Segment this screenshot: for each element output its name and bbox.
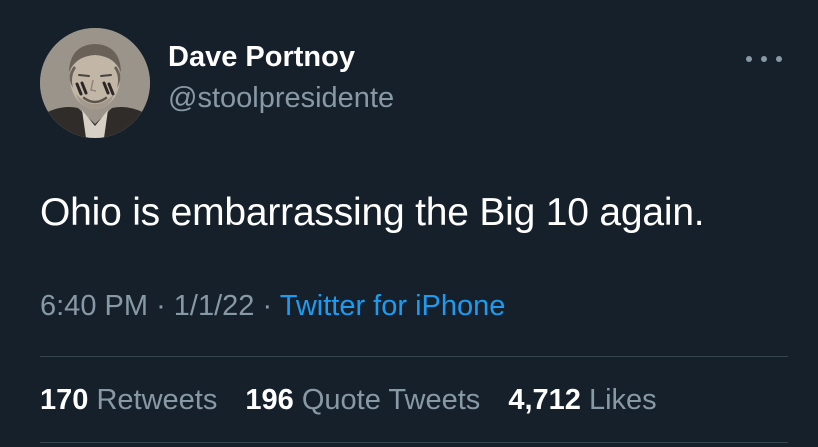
tweet-source-link[interactable]: Twitter for iPhone	[280, 290, 506, 322]
author-handle[interactable]: @stoolpresidente	[168, 81, 394, 115]
more-dot	[776, 56, 782, 62]
tweet-card: Dave Portnoy @stoolpresidente Ohio is em…	[0, 0, 818, 447]
quote-tweets-stat[interactable]: 196 Quote Tweets	[245, 382, 480, 418]
likes-count: 4,712	[508, 384, 581, 416]
divider	[40, 442, 788, 443]
retweets-stat[interactable]: 170 Retweets	[40, 382, 217, 418]
quote-tweets-count: 196	[245, 384, 294, 416]
author-display-name[interactable]: Dave Portnoy	[168, 40, 394, 74]
tweet-text: Ohio is embarrassing the Big 10 again.	[40, 191, 705, 234]
more-options-icon[interactable]	[746, 46, 782, 72]
tweet-date[interactable]: 1/1/22	[174, 290, 255, 322]
tweet-meta: 6:40 PM · 1/1/22 · Twitter for iPhone	[40, 287, 505, 325]
avatar[interactable]	[40, 28, 150, 138]
avatar-image	[40, 28, 150, 138]
likes-stat[interactable]: 4,712 Likes	[508, 382, 656, 418]
likes-label: Likes	[588, 384, 657, 416]
tweet-time[interactable]: 6:40 PM	[40, 290, 148, 322]
more-dot	[761, 56, 767, 62]
retweets-count: 170	[40, 384, 89, 416]
tweet-stats: 170 Retweets 196 Quote Tweets 4,712 Like…	[40, 382, 677, 418]
more-dot	[746, 56, 752, 62]
author-block: Dave Portnoy @stoolpresidente	[168, 40, 394, 115]
divider	[40, 356, 788, 357]
meta-separator: ·	[156, 290, 166, 322]
quote-tweets-label: Quote Tweets	[301, 384, 481, 416]
meta-separator: ·	[262, 290, 273, 322]
retweets-label: Retweets	[96, 384, 218, 416]
